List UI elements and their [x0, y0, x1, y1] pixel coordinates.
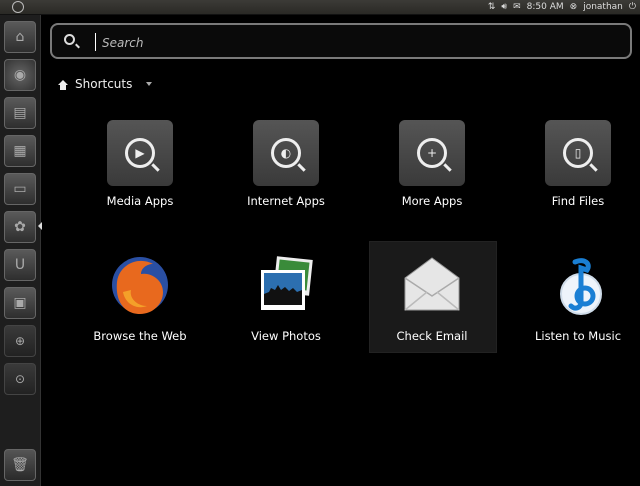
shortcut-label: More Apps: [401, 194, 463, 208]
user-name[interactable]: jonathan: [583, 2, 623, 12]
apps-lens-icon[interactable]: ⊕: [4, 325, 36, 357]
ubuntu-one-icon[interactable]: U: [4, 249, 36, 281]
dash-home-icon[interactable]: [12, 1, 24, 13]
listen-music-app[interactable]: Listen to Music: [518, 252, 638, 343]
chevron-down-icon: [146, 82, 153, 86]
software-center-icon[interactable]: ✿: [4, 211, 36, 243]
envelope-icon: [404, 257, 460, 311]
find-files-icon: ▯: [545, 120, 611, 186]
shortcut-label: Media Apps: [106, 194, 174, 208]
view-photos-app[interactable]: View Photos: [226, 252, 346, 343]
internet-apps-shortcut[interactable]: ◐ Internet Apps: [226, 120, 346, 208]
more-apps-shortcut[interactable]: + More Apps: [372, 120, 492, 208]
impress-icon[interactable]: ▭: [4, 173, 36, 205]
banshee-icon: [560, 258, 602, 315]
text-cursor: [95, 33, 96, 51]
dash: Shortcuts ▶ Media Apps ◐ Internet Apps +…: [42, 15, 640, 486]
shortcut-label: Internet Apps: [247, 194, 325, 208]
calc-icon[interactable]: ▦: [4, 135, 36, 167]
volume-icon[interactable]: 🔊︎: [501, 2, 507, 12]
writer-icon[interactable]: ▤: [4, 97, 36, 129]
files-lens-icon[interactable]: ⊙: [4, 363, 36, 395]
app-label: Check Email: [396, 329, 468, 343]
home-icon: [58, 79, 68, 90]
firefox-icon: [112, 257, 168, 314]
app-label: View Photos: [251, 329, 321, 343]
search-icon: [64, 34, 75, 45]
filter-label: Shortcuts: [75, 77, 133, 91]
firefox-icon[interactable]: ◉: [4, 59, 36, 91]
photos-icon: [261, 256, 313, 310]
find-files-shortcut[interactable]: ▯ Find Files: [518, 120, 638, 208]
mail-icon[interactable]: ✉: [513, 2, 521, 12]
media-apps-icon: ▶: [107, 120, 173, 186]
check-email-app[interactable]: Check Email: [372, 252, 492, 343]
search-input[interactable]: [100, 31, 604, 55]
workspaces-icon[interactable]: ▣: [4, 287, 36, 319]
app-label: Browse the Web: [93, 329, 187, 343]
search-box[interactable]: [50, 23, 632, 59]
power-icon[interactable]: ⏻: [629, 2, 636, 12]
media-apps-shortcut[interactable]: ▶ Media Apps: [80, 120, 200, 208]
shortcut-label: Find Files: [551, 194, 605, 208]
home-folder-icon[interactable]: ⌂: [4, 21, 36, 53]
internet-apps-icon: ◐: [253, 120, 319, 186]
trash-icon[interactable]: 🗑︎: [4, 449, 36, 481]
more-apps-icon: +: [399, 120, 465, 186]
user-status-icon[interactable]: ⊗: [570, 2, 578, 12]
top-panel: ⇅ 🔊︎ ✉ 8:50 AM ⊗ jonathan ⏻: [0, 0, 640, 15]
app-label: Listen to Music: [534, 329, 622, 343]
browse-web-app[interactable]: Browse the Web: [80, 252, 200, 343]
indicator-tray: ⇅ 🔊︎ ✉ 8:50 AM ⊗ jonathan ⏻: [488, 0, 636, 14]
clock[interactable]: 8:50 AM: [527, 2, 564, 12]
shortcuts-filter[interactable]: Shortcuts: [58, 75, 153, 93]
launcher: ⌂ ◉ ▤ ▦ ▭ ✿ U ▣ ⊕ ⊙ 🗑︎: [0, 15, 43, 486]
network-icon[interactable]: ⇅: [488, 2, 496, 12]
